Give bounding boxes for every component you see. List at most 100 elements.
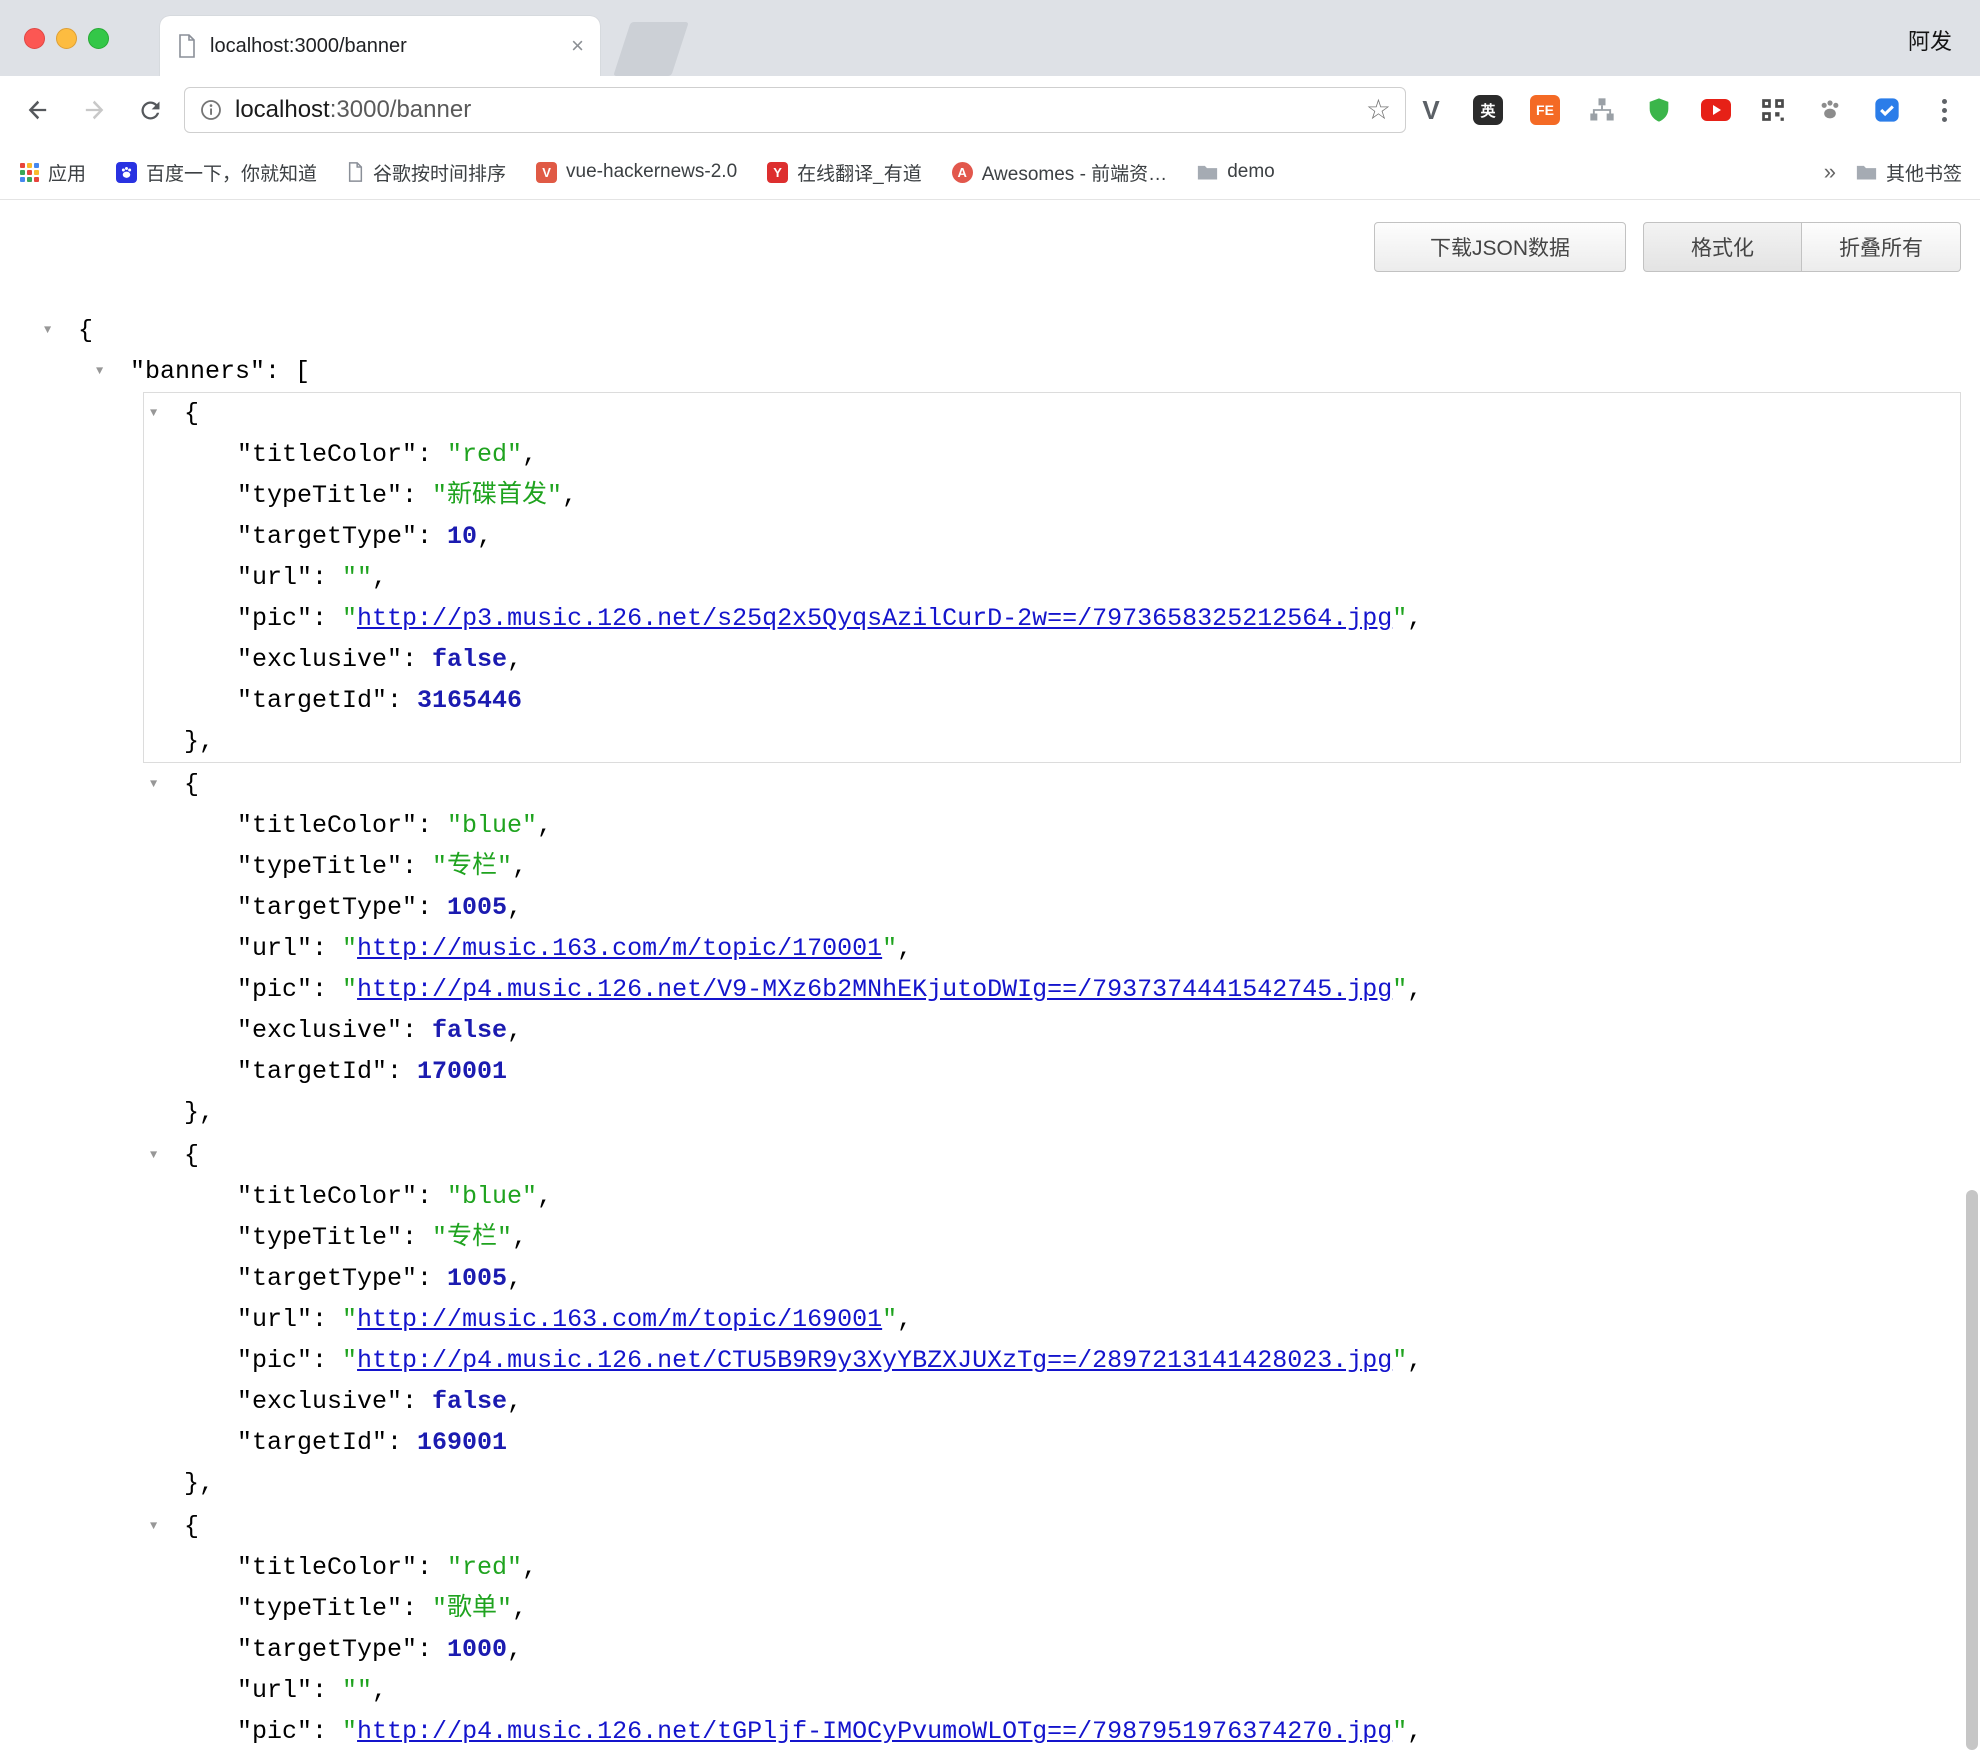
json-key: "typeTitle" [237, 1223, 402, 1252]
json-key: "targetType" [237, 893, 417, 922]
vimium-extension-icon[interactable]: V [1413, 92, 1449, 128]
bookmark-awesomes[interactable]: A Awesomes - 前端资… [952, 159, 1167, 186]
bookmarks-bar: 应用 百度一下，你就知道 谷歌按时间排序 V vue-hackernews-2.… [0, 145, 1980, 200]
collapse-toggle-icon[interactable]: ▼ [44, 310, 51, 351]
vue-icon: V [536, 162, 557, 183]
forward-icon[interactable] [78, 94, 110, 126]
bookmark-youdao-translate[interactable]: Y 在线翻译_有道 [767, 159, 922, 186]
bookmark-folder-demo[interactable]: demo [1197, 161, 1275, 183]
json-string-value: "red" [447, 1553, 522, 1582]
json-punctuation: : [312, 604, 342, 633]
json-punctuation: : [312, 1305, 342, 1334]
url-path: :3000/banner [330, 96, 471, 124]
json-punctuation: : [417, 1553, 447, 1582]
json-key: "typeTitle" [237, 481, 402, 510]
json-key: "exclusive" [237, 1387, 402, 1416]
json-number-value: 3165446 [417, 686, 522, 715]
bookmarks-right-group: » 其他书签 [1824, 159, 1962, 186]
bookmark-apps[interactable]: 应用 [20, 159, 86, 186]
tab-close-icon[interactable]: × [571, 33, 584, 59]
bookmark-vue-hackernews[interactable]: V vue-hackernews-2.0 [536, 161, 737, 183]
json-row: "pic": "http://p4.music.126.net/V9-MXz6b… [144, 969, 1960, 1010]
youtube-extension-icon[interactable] [1698, 92, 1734, 128]
minimize-window-button[interactable] [56, 28, 77, 49]
folder-icon [1197, 163, 1218, 181]
bookmark-google-sort[interactable]: 谷歌按时间排序 [347, 159, 506, 186]
json-number-value: 1000 [447, 1635, 507, 1664]
json-punctuation: , [1407, 1346, 1422, 1375]
json-number-value: 1005 [447, 1264, 507, 1293]
download-json-button[interactable]: 下载JSON数据 [1374, 222, 1626, 272]
collapse-toggle-icon[interactable]: ▼ [150, 1135, 157, 1176]
json-string-value: "" [342, 1676, 372, 1705]
json-punctuation: : [402, 1223, 432, 1252]
json-string-value: "red" [447, 440, 522, 469]
vertical-scrollbar-thumb[interactable] [1966, 1190, 1978, 1750]
youdao-icon: Y [767, 162, 788, 183]
json-key: "typeTitle" [237, 1594, 402, 1623]
json-number-value: 170001 [417, 1057, 507, 1086]
json-punctuation: : [417, 1635, 447, 1664]
json-key: "exclusive" [237, 1016, 402, 1045]
json-punctuation: , [897, 934, 912, 963]
fe-extension-icon[interactable]: FE [1527, 92, 1563, 128]
json-punctuation: : [312, 1676, 342, 1705]
sitemap-extension-icon[interactable] [1584, 92, 1620, 128]
collapse-toggle-icon[interactable]: ▼ [150, 764, 157, 805]
json-row: "pic": "http://p4.music.126.net/CTU5B9R9… [144, 1340, 1960, 1381]
json-link[interactable]: http://p4.music.126.net/CTU5B9R9y3XyYBZX… [357, 1346, 1392, 1375]
json-row: "typeTitle": "新碟首发", [144, 475, 1960, 516]
bookmark-baidu[interactable]: 百度一下，你就知道 [116, 159, 317, 186]
json-punctuation: " [882, 1305, 897, 1334]
new-tab-button[interactable] [613, 22, 689, 76]
site-info-icon[interactable] [199, 98, 223, 122]
browser-tab[interactable]: localhost:3000/banner × [160, 16, 600, 76]
reload-icon[interactable] [134, 94, 166, 126]
collapse-all-button[interactable]: 折叠所有 [1802, 222, 1961, 272]
shield-extension-icon[interactable] [1641, 92, 1677, 128]
json-punctuation: , [507, 1264, 522, 1293]
collapse-toggle-icon[interactable]: ▼ [150, 1506, 157, 1547]
json-link[interactable]: http://p4.music.126.net/tGPljf-IMOCyPvum… [357, 1717, 1392, 1746]
collapse-toggle-icon[interactable]: ▼ [96, 351, 103, 392]
bookmark-folder-other[interactable]: 其他书签 [1856, 159, 1962, 186]
json-link[interactable]: http://music.163.com/m/topic/170001 [357, 934, 882, 963]
json-punctuation: , [522, 440, 537, 469]
json-punctuation: : [402, 1016, 432, 1045]
json-link[interactable]: http://p4.music.126.net/V9-MXz6b2MNhEKju… [357, 975, 1392, 1004]
json-boolean-value: false [432, 1387, 507, 1416]
json-key: "banners" [130, 357, 265, 386]
paw-extension-icon[interactable] [1812, 92, 1848, 128]
json-number-value: 169001 [417, 1428, 507, 1457]
json-punctuation: " [1392, 1717, 1407, 1746]
bookmarks-overflow-chevron[interactable]: » [1824, 159, 1836, 185]
json-key: "targetId" [237, 1428, 387, 1457]
profile-name[interactable]: 阿发 [1908, 24, 1952, 56]
json-punctuation: : [312, 563, 342, 592]
json-link[interactable]: http://music.163.com/m/topic/169001 [357, 1305, 882, 1334]
json-row: "url": "http://music.163.com/m/topic/169… [144, 1299, 1960, 1340]
security-extension-icon[interactable] [1869, 92, 1905, 128]
json-link[interactable]: http://p3.music.126.net/s25q2x5QyqsAzilC… [357, 604, 1392, 633]
json-key: "typeTitle" [237, 852, 402, 881]
format-button[interactable]: 格式化 [1643, 222, 1802, 272]
json-row: "titleColor": "red", [144, 1547, 1960, 1588]
translate-extension-icon[interactable]: 英 [1470, 92, 1506, 128]
json-row: ▼{ [0, 310, 1980, 351]
address-bar[interactable]: localhost:3000/banner ☆ [184, 87, 1406, 133]
json-row: "titleColor": "blue", [144, 1176, 1960, 1217]
zoom-window-button[interactable] [88, 28, 109, 49]
json-row: "url": "http://music.163.com/m/topic/170… [144, 928, 1960, 969]
back-icon[interactable] [22, 94, 54, 126]
bookmark-star-icon[interactable]: ☆ [1366, 96, 1391, 124]
close-window-button[interactable] [24, 28, 45, 49]
qrcode-extension-icon[interactable] [1755, 92, 1791, 128]
page-content: 下载JSON数据 格式化 折叠所有 ▼{▼"banners": [▼{"titl… [0, 200, 1980, 1754]
json-row: ▼{ [144, 764, 1960, 805]
json-row: "titleColor": "red", [144, 434, 1960, 475]
url-host: localhost [235, 96, 330, 124]
collapse-toggle-icon[interactable]: ▼ [150, 393, 157, 434]
json-punctuation: { [184, 1141, 199, 1170]
browser-menu-icon[interactable] [1926, 92, 1962, 128]
json-punctuation: " [342, 1305, 357, 1334]
